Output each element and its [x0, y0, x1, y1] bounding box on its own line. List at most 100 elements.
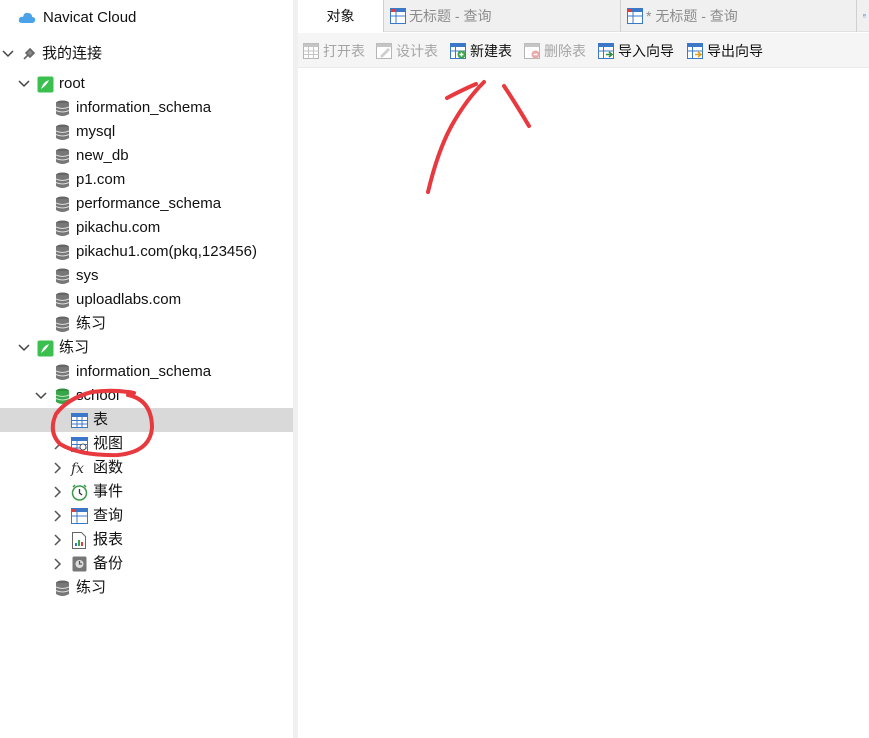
- database-item[interactable]: information_schema: [0, 96, 293, 120]
- table-icon: [70, 411, 88, 429]
- functions-node[interactable]: fx 函数: [0, 456, 293, 480]
- database-item[interactable]: p1.com: [0, 168, 293, 192]
- chevron-down-icon[interactable]: [34, 389, 48, 403]
- unsaved-marker: *: [646, 8, 656, 24]
- database-icon: [53, 363, 71, 381]
- clock-icon: [70, 483, 88, 501]
- database-item[interactable]: uploadlabs.com: [0, 288, 293, 312]
- mysql-connection-icon: [36, 339, 54, 357]
- functions-label: 函数: [93, 459, 124, 476]
- chevron-down-icon[interactable]: [1, 47, 15, 61]
- query-icon: [627, 8, 643, 24]
- database-label: p1.com: [76, 171, 126, 188]
- my-connections-group[interactable]: 我的连接: [0, 42, 293, 66]
- events-label: 事件: [93, 483, 124, 500]
- query-icon: [390, 8, 406, 24]
- export-wizard-button[interactable]: 导出向导: [687, 41, 763, 61]
- database-item[interactable]: pikachu1.com(pkq,123456): [0, 240, 293, 264]
- my-connections-label: 我的连接: [42, 45, 103, 62]
- database-label: 练习: [76, 579, 107, 596]
- chevron-right-icon[interactable]: [51, 461, 65, 475]
- cloud-icon: [18, 9, 36, 27]
- connection-lianxi[interactable]: 练习: [0, 336, 293, 360]
- database-icon: [53, 219, 71, 237]
- database-icon: [53, 147, 71, 165]
- export-wizard-icon: [687, 43, 703, 59]
- design-table-label: 设计表: [396, 43, 438, 59]
- database-icon: [53, 315, 71, 333]
- navicat-cloud-item[interactable]: Navicat Cloud: [0, 6, 293, 30]
- database-item[interactable]: performance_schema: [0, 192, 293, 216]
- database-icon: [53, 195, 71, 213]
- database-label: performance_schema: [76, 195, 222, 212]
- function-fx-icon: fx: [70, 459, 88, 477]
- database-item[interactable]: sys: [0, 264, 293, 288]
- tables-label: 表: [93, 411, 109, 428]
- backups-label: 备份: [93, 555, 124, 572]
- backups-node[interactable]: 备份: [0, 552, 293, 576]
- delete-table-icon: [524, 43, 540, 59]
- tab-bar: 对象 无标题 - 查询 * 无标题 - 查询: [298, 0, 869, 32]
- queries-node[interactable]: 查询: [0, 504, 293, 528]
- database-label: 练习: [76, 315, 107, 332]
- backup-icon: [70, 555, 88, 573]
- connection-lianxi-label: 练习: [59, 339, 90, 356]
- chevron-down-icon[interactable]: [17, 341, 31, 355]
- object-toolbar: 打开表 设计表 新建表 删除表 导入向导 导出向导: [298, 33, 869, 68]
- navicat-cloud-label: Navicat Cloud: [43, 9, 137, 26]
- open-database-icon: [53, 387, 71, 405]
- database-school[interactable]: school: [0, 384, 293, 408]
- view-icon: [70, 435, 88, 453]
- import-wizard-button[interactable]: 导入向导: [598, 41, 674, 61]
- new-table-icon: [450, 43, 466, 59]
- mysql-connection-icon: [36, 75, 54, 93]
- chevron-right-icon[interactable]: [51, 557, 65, 571]
- database-item[interactable]: 练习: [0, 576, 293, 600]
- connection-plug-icon: [20, 45, 38, 63]
- chevron-down-icon[interactable]: [17, 77, 31, 91]
- database-label: sys: [76, 267, 99, 284]
- new-table-button[interactable]: 新建表: [450, 41, 512, 61]
- database-icon: [53, 579, 71, 597]
- database-icon: [53, 267, 71, 285]
- tab-query-1[interactable]: 无标题 - 查询: [383, 0, 620, 32]
- database-item[interactable]: pikachu.com: [0, 216, 293, 240]
- chevron-right-icon[interactable]: [51, 485, 65, 499]
- tab-query-2[interactable]: * 无标题 - 查询: [620, 0, 856, 32]
- query-icon: [70, 507, 88, 525]
- views-node[interactable]: 视图: [0, 432, 293, 456]
- database-item[interactable]: information_schema: [0, 360, 293, 384]
- database-label: mysql: [76, 123, 116, 140]
- connection-root[interactable]: root: [0, 72, 293, 96]
- connection-root-label: root: [59, 75, 85, 92]
- reports-node[interactable]: 报表: [0, 528, 293, 552]
- tables-node[interactable]: 表: [0, 408, 293, 432]
- events-node[interactable]: 事件: [0, 480, 293, 504]
- new-table-label: 新建表: [470, 43, 512, 59]
- tab-objects-label: 对象: [326, 8, 355, 24]
- chevron-right-icon[interactable]: [51, 509, 65, 523]
- objects-content-area[interactable]: [298, 68, 869, 738]
- database-item[interactable]: new_db: [0, 144, 293, 168]
- delete-table-button[interactable]: 删除表: [524, 41, 586, 61]
- tab-overflow[interactable]: [856, 0, 869, 32]
- tab-query-2-label: 无标题 - 查询: [655, 8, 738, 24]
- design-table-icon: [376, 43, 392, 59]
- database-item[interactable]: 练习: [0, 312, 293, 336]
- report-icon: [70, 531, 88, 549]
- tab-objects[interactable]: 对象: [298, 0, 383, 32]
- database-icon: [53, 243, 71, 261]
- database-item[interactable]: mysql: [0, 120, 293, 144]
- design-table-button[interactable]: 设计表: [376, 41, 438, 61]
- open-table-button[interactable]: 打开表: [303, 41, 365, 61]
- chevron-right-icon[interactable]: [51, 533, 65, 547]
- database-icon: [53, 99, 71, 117]
- export-wizard-label: 导出向导: [707, 43, 763, 59]
- open-table-icon: [303, 43, 319, 59]
- reports-label: 报表: [93, 531, 124, 548]
- database-label: pikachu.com: [76, 219, 161, 236]
- tab-query-1-label: 无标题 - 查询: [409, 8, 492, 24]
- database-icon: [53, 123, 71, 141]
- svg-text:fx: fx: [70, 461, 84, 476]
- chevron-right-icon[interactable]: [51, 437, 65, 451]
